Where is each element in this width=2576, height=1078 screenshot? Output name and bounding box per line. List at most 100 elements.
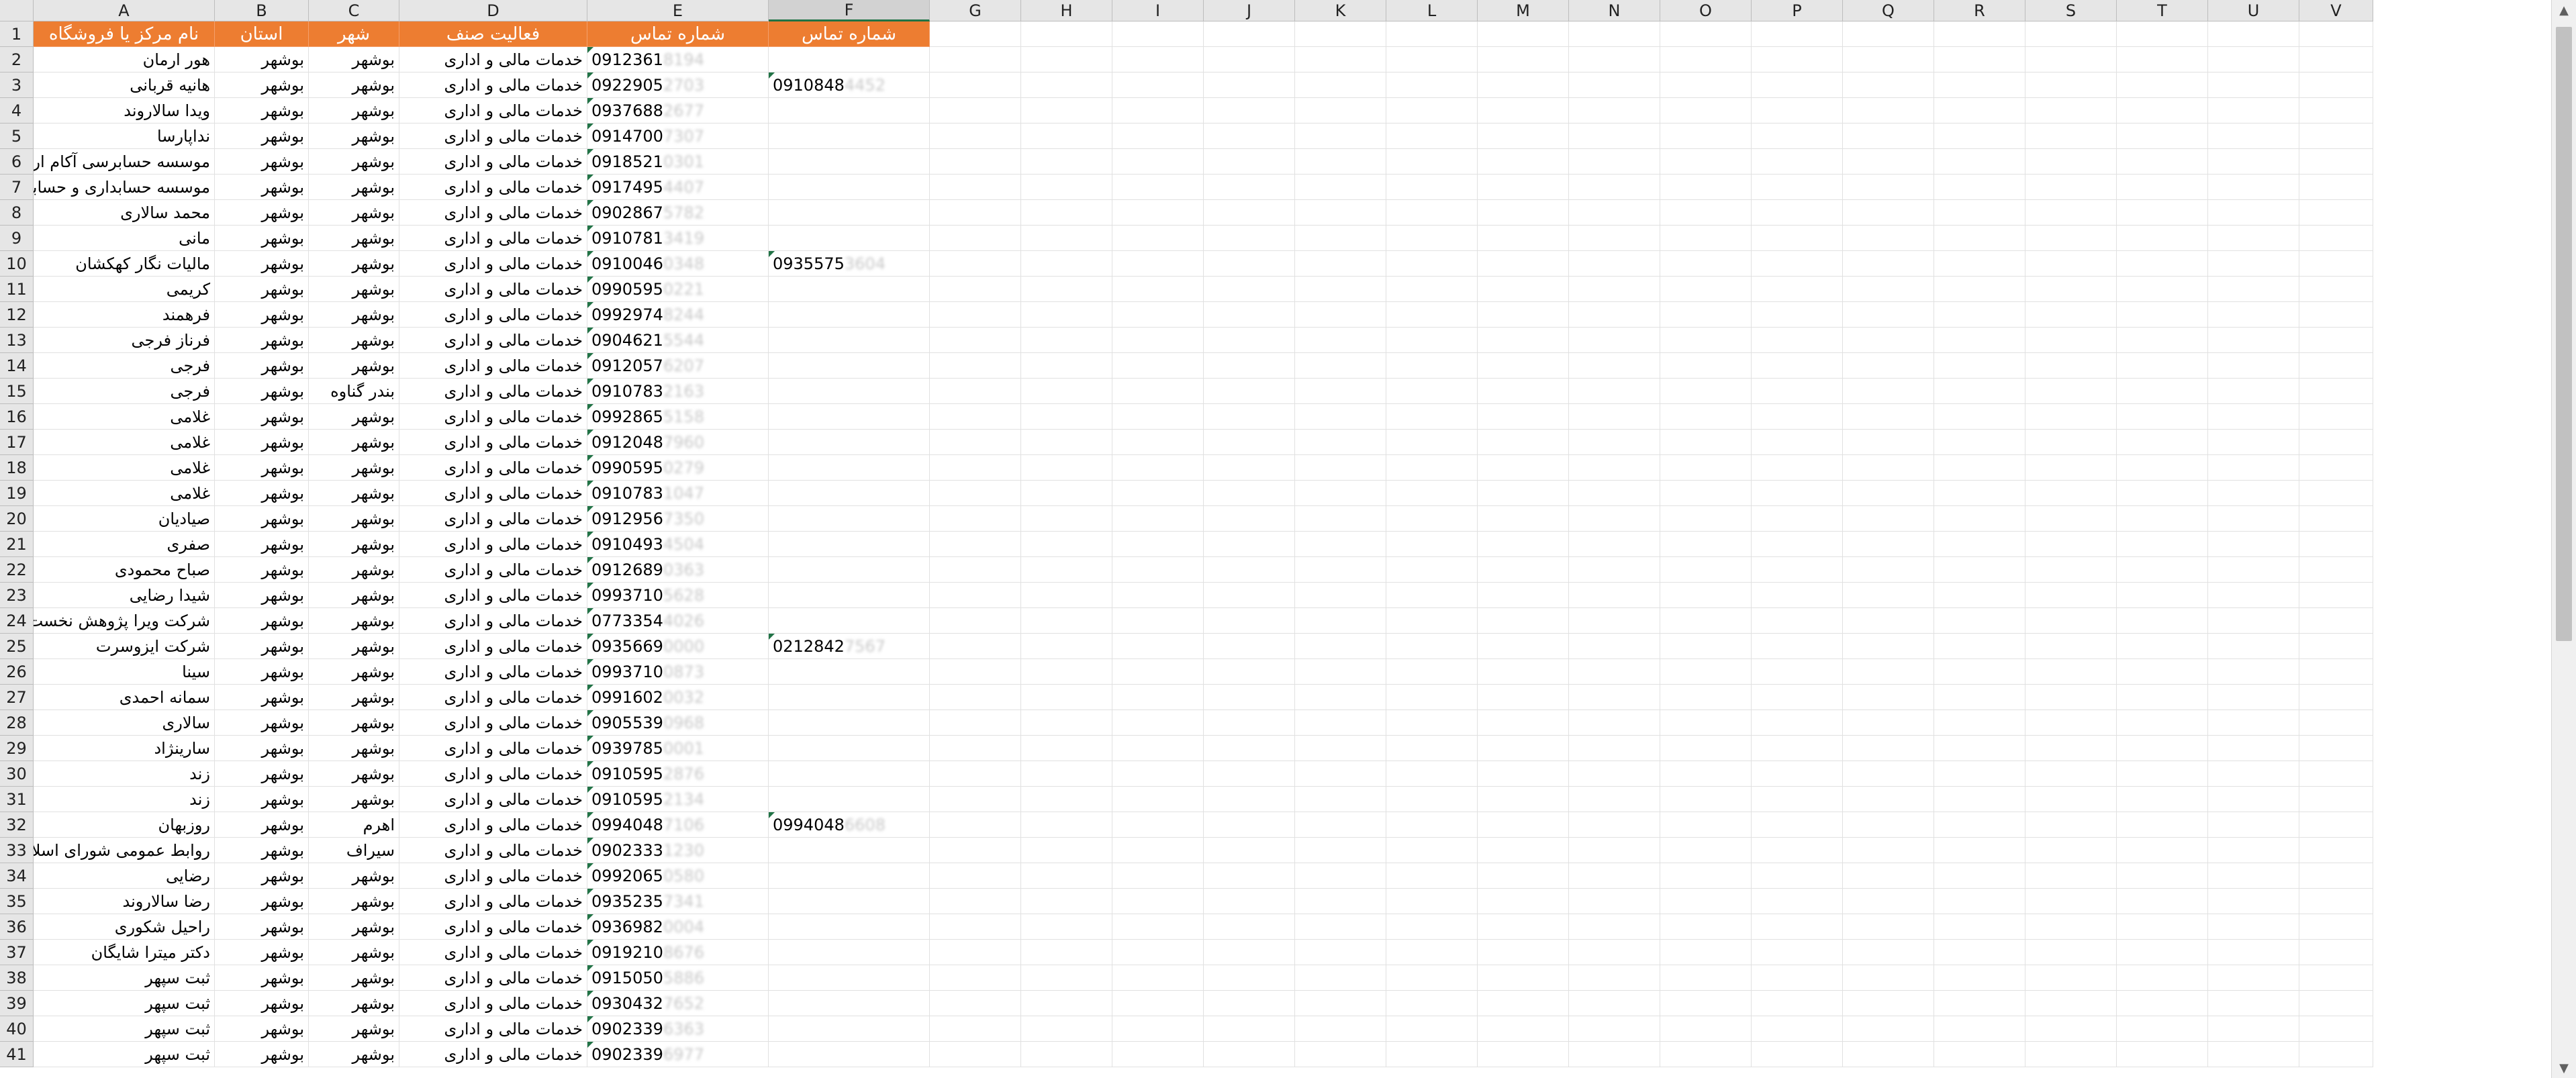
- row-header[interactable]: 22: [0, 557, 34, 583]
- empty-cell[interactable]: [1660, 149, 1752, 175]
- empty-cell[interactable]: [2025, 557, 2117, 583]
- cell-phone-2[interactable]: 0910848 4452: [769, 72, 930, 98]
- cell-province[interactable]: بوشهر: [215, 991, 309, 1016]
- empty-cell[interactable]: [1386, 72, 1478, 98]
- empty-cell[interactable]: [1204, 175, 1295, 200]
- empty-cell[interactable]: [930, 710, 1021, 736]
- empty-cell[interactable]: [2208, 710, 2299, 736]
- empty-cell[interactable]: [1204, 98, 1295, 124]
- empty-cell[interactable]: [1021, 991, 1112, 1016]
- empty-cell[interactable]: [2299, 532, 2373, 557]
- empty-cell[interactable]: [1569, 1042, 1660, 1067]
- empty-cell[interactable]: [2117, 583, 2208, 608]
- empty-cell[interactable]: [2117, 965, 2208, 991]
- column-header-t[interactable]: T: [2117, 0, 2208, 21]
- empty-cell[interactable]: [1934, 991, 2025, 1016]
- column-header-c[interactable]: C: [309, 0, 399, 21]
- empty-cell[interactable]: [1386, 634, 1478, 659]
- empty-cell[interactable]: [1295, 889, 1386, 914]
- empty-cell[interactable]: [1295, 659, 1386, 685]
- empty-cell[interactable]: [1112, 1016, 1204, 1042]
- empty-cell[interactable]: [2117, 634, 2208, 659]
- empty-cell[interactable]: [1478, 353, 1569, 379]
- empty-cell[interactable]: [2208, 72, 2299, 98]
- empty-cell[interactable]: [1660, 685, 1752, 710]
- empty-cell[interactable]: [2299, 1042, 2373, 1067]
- cell-activity[interactable]: خدمات مالی و اداری: [399, 328, 587, 353]
- empty-cell[interactable]: [1660, 302, 1752, 328]
- cell-province[interactable]: بوشهر: [215, 914, 309, 940]
- empty-cell[interactable]: [1934, 583, 2025, 608]
- empty-cell[interactable]: [1660, 353, 1752, 379]
- empty-cell[interactable]: [1843, 557, 1934, 583]
- cell-province[interactable]: بوشهر: [215, 608, 309, 634]
- empty-cell[interactable]: [2299, 710, 2373, 736]
- empty-cell[interactable]: [2025, 124, 2117, 149]
- empty-cell[interactable]: [1295, 404, 1386, 430]
- empty-cell[interactable]: [1295, 506, 1386, 532]
- empty-cell[interactable]: [930, 1042, 1021, 1067]
- empty-cell[interactable]: [1386, 404, 1478, 430]
- empty-cell[interactable]: [1843, 991, 1934, 1016]
- empty-cell[interactable]: [1569, 991, 1660, 1016]
- row-header[interactable]: 1: [0, 21, 34, 47]
- empty-cell[interactable]: [1295, 251, 1386, 277]
- empty-cell[interactable]: [2208, 481, 2299, 506]
- empty-cell[interactable]: [1112, 379, 1204, 404]
- cell-province[interactable]: بوشهر: [215, 481, 309, 506]
- empty-cell[interactable]: [1752, 557, 1843, 583]
- empty-cell[interactable]: [1112, 889, 1204, 914]
- empty-cell[interactable]: [1295, 226, 1386, 251]
- empty-cell[interactable]: [1204, 47, 1295, 72]
- row-header[interactable]: 41: [0, 1042, 34, 1067]
- empty-cell[interactable]: [1478, 302, 1569, 328]
- empty-cell[interactable]: [1295, 21, 1386, 47]
- cell-phone-2[interactable]: [769, 608, 930, 634]
- empty-cell[interactable]: [2299, 914, 2373, 940]
- empty-cell[interactable]: [1204, 455, 1295, 481]
- cell-store-name[interactable]: شیدا رضایی: [34, 583, 215, 608]
- empty-cell[interactable]: [2299, 98, 2373, 124]
- empty-cell[interactable]: [1021, 736, 1112, 761]
- empty-cell[interactable]: [1478, 838, 1569, 863]
- empty-cell[interactable]: [2025, 838, 2117, 863]
- column-header-h[interactable]: H: [1021, 0, 1112, 21]
- cell-store-name[interactable]: غلامی: [34, 481, 215, 506]
- empty-cell[interactable]: [1934, 430, 2025, 455]
- empty-cell[interactable]: [1295, 863, 1386, 889]
- empty-cell[interactable]: [1021, 608, 1112, 634]
- cell-activity[interactable]: خدمات مالی و اداری: [399, 710, 587, 736]
- empty-cell[interactable]: [1569, 685, 1660, 710]
- empty-cell[interactable]: [930, 328, 1021, 353]
- empty-cell[interactable]: [1752, 685, 1843, 710]
- empty-cell[interactable]: [930, 124, 1021, 149]
- cell-city[interactable]: بوشهر: [309, 226, 399, 251]
- empty-cell[interactable]: [1386, 98, 1478, 124]
- empty-cell[interactable]: [2025, 379, 2117, 404]
- empty-cell[interactable]: [1112, 838, 1204, 863]
- cell-city[interactable]: بوشهر: [309, 940, 399, 965]
- empty-cell[interactable]: [1021, 710, 1112, 736]
- empty-cell[interactable]: [1021, 1016, 1112, 1042]
- empty-cell[interactable]: [930, 634, 1021, 659]
- empty-cell[interactable]: [1021, 404, 1112, 430]
- empty-cell[interactable]: [2025, 430, 2117, 455]
- empty-cell[interactable]: [1021, 226, 1112, 251]
- cell-phone-2[interactable]: 0935575 3604: [769, 251, 930, 277]
- empty-cell[interactable]: [1569, 302, 1660, 328]
- cell-store-name[interactable]: موسسه حسابرسی آکام ارقام: [34, 149, 215, 175]
- cell-province[interactable]: بوشهر: [215, 685, 309, 710]
- empty-cell[interactable]: [2299, 608, 2373, 634]
- empty-cell[interactable]: [930, 481, 1021, 506]
- empty-cell[interactable]: [1569, 149, 1660, 175]
- cell-city[interactable]: بوشهر: [309, 200, 399, 226]
- empty-cell[interactable]: [1386, 47, 1478, 72]
- empty-cell[interactable]: [1204, 787, 1295, 812]
- column-header-d[interactable]: D: [399, 0, 587, 21]
- cell-phone-2[interactable]: [769, 659, 930, 685]
- cell-province[interactable]: بوشهر: [215, 838, 309, 863]
- empty-cell[interactable]: [1021, 302, 1112, 328]
- cell-phone[interactable]: 0939785 0001: [587, 736, 769, 761]
- row-header[interactable]: 7: [0, 175, 34, 200]
- select-all-corner[interactable]: [0, 0, 34, 21]
